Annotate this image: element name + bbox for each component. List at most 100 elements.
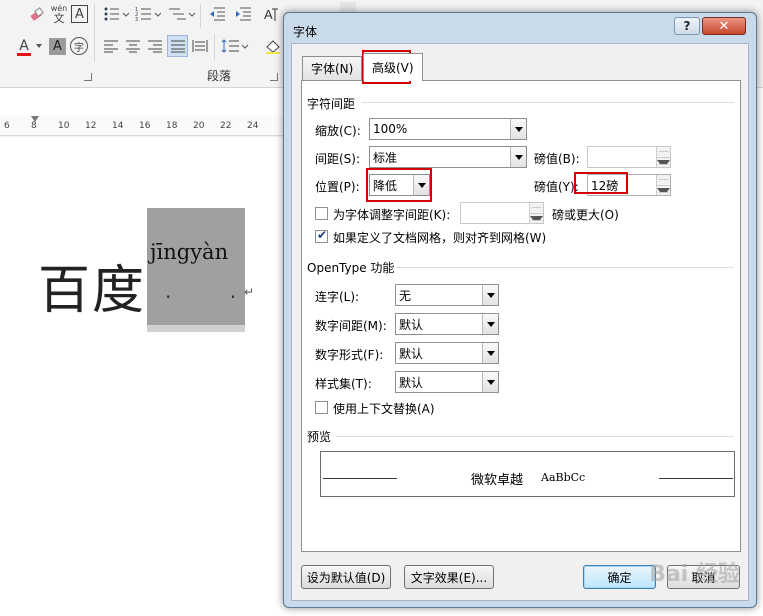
ruler-tick-label: 10 bbox=[58, 121, 70, 131]
contextual-alternates-label: 使用上下文替换(A) bbox=[333, 402, 435, 416]
preview-sample-latin: AaBbCc bbox=[541, 471, 586, 484]
ruler-tick-label: 20 bbox=[193, 121, 205, 131]
stylistic-sets-label: 样式集(T): bbox=[315, 377, 372, 391]
phonetic-guide-button[interactable]: wén 文 bbox=[50, 2, 68, 26]
advanced-tab-panel: 字符间距 缩放(C): 100% 间距(S): 标准 磅值(B): 位置(P):… bbox=[301, 80, 741, 552]
chinese-layout-icon[interactable]: A bbox=[262, 4, 284, 24]
distributed-icon[interactable] bbox=[190, 36, 210, 56]
position-by-highlight bbox=[574, 172, 628, 194]
scale-combo[interactable]: 100% bbox=[369, 118, 527, 140]
preview-heading: 预览 bbox=[307, 430, 332, 444]
character-spacing-heading: 字符间距 bbox=[307, 97, 356, 111]
ruler-tick-label: 6 bbox=[4, 121, 10, 131]
chevron-down-icon[interactable] bbox=[510, 119, 526, 139]
spacing-by-spinner[interactable] bbox=[587, 146, 671, 168]
snap-to-grid-checkbox[interactable] bbox=[315, 228, 328, 243]
chevron-down-icon[interactable] bbox=[482, 343, 498, 363]
line-spacing-icon[interactable] bbox=[220, 36, 250, 56]
bullets-icon[interactable] bbox=[102, 4, 130, 24]
document-gap bbox=[0, 88, 290, 116]
ruler-tick-label: 22 bbox=[220, 121, 232, 131]
svg-text:3: 3 bbox=[135, 17, 138, 22]
preview-sample-cn: 微软卓越 bbox=[471, 473, 524, 488]
watermark-logo: Bai 经验 bbox=[649, 562, 740, 587]
align-left-icon[interactable] bbox=[101, 36, 121, 56]
position-highlight bbox=[366, 168, 432, 202]
ruler-tick-label: 24 bbox=[247, 121, 259, 131]
ruler-tick-label: 12 bbox=[85, 121, 97, 131]
tab-advanced[interactable]: 高级(V) bbox=[363, 53, 423, 81]
ligatures-combo[interactable]: 无 bbox=[395, 284, 499, 306]
char-shading-button[interactable]: A bbox=[49, 38, 66, 55]
number-spacing-combo[interactable]: 默认 bbox=[395, 313, 499, 335]
chevron-down-icon[interactable] bbox=[482, 285, 498, 305]
number-forms-combo[interactable]: 默认 bbox=[395, 342, 499, 364]
ruler-tick-label: 8 bbox=[31, 121, 37, 131]
kerning-checkbox[interactable] bbox=[315, 207, 328, 220]
number-spacing-label: 数字间距(M): bbox=[315, 319, 387, 333]
font-color-swatch bbox=[17, 52, 31, 56]
chevron-down-icon[interactable] bbox=[510, 147, 526, 167]
tab-font[interactable]: 字体(N) bbox=[302, 56, 363, 80]
align-center-icon[interactable] bbox=[123, 36, 143, 56]
clear-format-icon[interactable] bbox=[28, 4, 46, 24]
stylistic-sets-combo[interactable]: 默认 bbox=[395, 371, 499, 393]
justify-icon[interactable] bbox=[167, 35, 188, 57]
spin-down-icon[interactable] bbox=[657, 185, 670, 195]
number-forms-label: 数字形式(F): bbox=[315, 348, 384, 362]
ok-button[interactable]: 确定 bbox=[583, 565, 656, 589]
spin-up-icon[interactable] bbox=[530, 203, 543, 214]
multilevel-list-icon[interactable] bbox=[167, 4, 197, 24]
shading-bucket-icon[interactable] bbox=[262, 36, 284, 56]
scale-label: 缩放(C): bbox=[315, 124, 361, 138]
text-effects-button[interactable]: 文字效果(E)... bbox=[404, 565, 494, 589]
opentype-heading: OpenType 功能 bbox=[307, 261, 395, 275]
position-label: 位置(P): bbox=[315, 180, 360, 194]
contextual-alternates-checkbox[interactable] bbox=[315, 401, 328, 414]
ruby-pinyin[interactable]: jīngyàn bbox=[150, 240, 228, 264]
snap-to-grid-label: 如果定义了文档网格，则对齐到网格(W) bbox=[333, 231, 547, 245]
ligatures-label: 连字(L): bbox=[315, 290, 360, 304]
spacing-by-label: 磅值(B): bbox=[534, 152, 580, 166]
ruler-tick-label: 14 bbox=[112, 121, 124, 131]
chevron-down-icon[interactable] bbox=[482, 314, 498, 334]
preview-box: 微软卓越 AaBbCc bbox=[320, 451, 735, 497]
document-page[interactable] bbox=[0, 137, 290, 616]
kerning-suffix-label: 磅或更大(O) bbox=[552, 208, 619, 222]
spacing-combo[interactable]: 标准 bbox=[369, 146, 527, 168]
increase-indent-icon[interactable] bbox=[232, 4, 254, 24]
position-by-label: 磅值(Y): bbox=[534, 180, 579, 194]
kerning-spinner[interactable] bbox=[460, 202, 544, 224]
spin-up-icon[interactable] bbox=[657, 147, 670, 158]
horizontal-ruler[interactable]: 6 8 10 12 14 16 18 20 22 24 bbox=[0, 116, 290, 136]
align-right-icon[interactable] bbox=[145, 36, 165, 56]
paragraph-group-launcher-icon[interactable] bbox=[270, 73, 278, 81]
font-color-dropdown-icon[interactable] bbox=[35, 40, 43, 52]
decrease-indent-icon[interactable] bbox=[206, 4, 228, 24]
close-button[interactable]: ✕ bbox=[702, 17, 746, 35]
dialog-title: 字体 bbox=[293, 25, 318, 39]
paragraph-group-label: 段落 bbox=[207, 69, 232, 83]
spacing-label: 间距(S): bbox=[315, 152, 361, 166]
font-color-button[interactable]: A bbox=[14, 36, 34, 58]
phonetic-guide-zi: 文 bbox=[53, 12, 65, 25]
spin-up-icon[interactable] bbox=[657, 175, 670, 186]
ruler-tick-label: 16 bbox=[139, 121, 151, 131]
selection-lower-band bbox=[147, 325, 245, 332]
kerning-label: 为字体调整字间距(K): bbox=[333, 208, 451, 222]
dialog-client: 字体(N) 高级(V) 字符间距 缩放(C): 100% 间距(S): 标准 磅… bbox=[291, 43, 749, 601]
spin-down-icon[interactable] bbox=[530, 213, 543, 223]
chevron-down-icon[interactable] bbox=[482, 372, 498, 392]
help-button[interactable]: ? bbox=[674, 17, 700, 35]
set-default-button[interactable]: 设为默认值(D) bbox=[301, 565, 391, 589]
numbering-icon[interactable]: 123 bbox=[134, 4, 162, 24]
selected-ruby-text[interactable] bbox=[147, 208, 245, 332]
font-dialog: 字体 ? ✕ 字体(N) 高级(V) 字符间距 缩放(C): 100% 间距(S… bbox=[283, 12, 757, 608]
enclose-char-button[interactable]: 字 bbox=[70, 37, 88, 55]
paragraph-mark: ↵ bbox=[244, 285, 255, 299]
spin-down-icon[interactable] bbox=[657, 157, 670, 167]
font-group-launcher-icon[interactable] bbox=[84, 73, 92, 81]
document-text[interactable]: 百度 bbox=[38, 248, 146, 323]
char-border-button[interactable]: A bbox=[71, 5, 88, 23]
svg-text:A: A bbox=[264, 7, 273, 22]
